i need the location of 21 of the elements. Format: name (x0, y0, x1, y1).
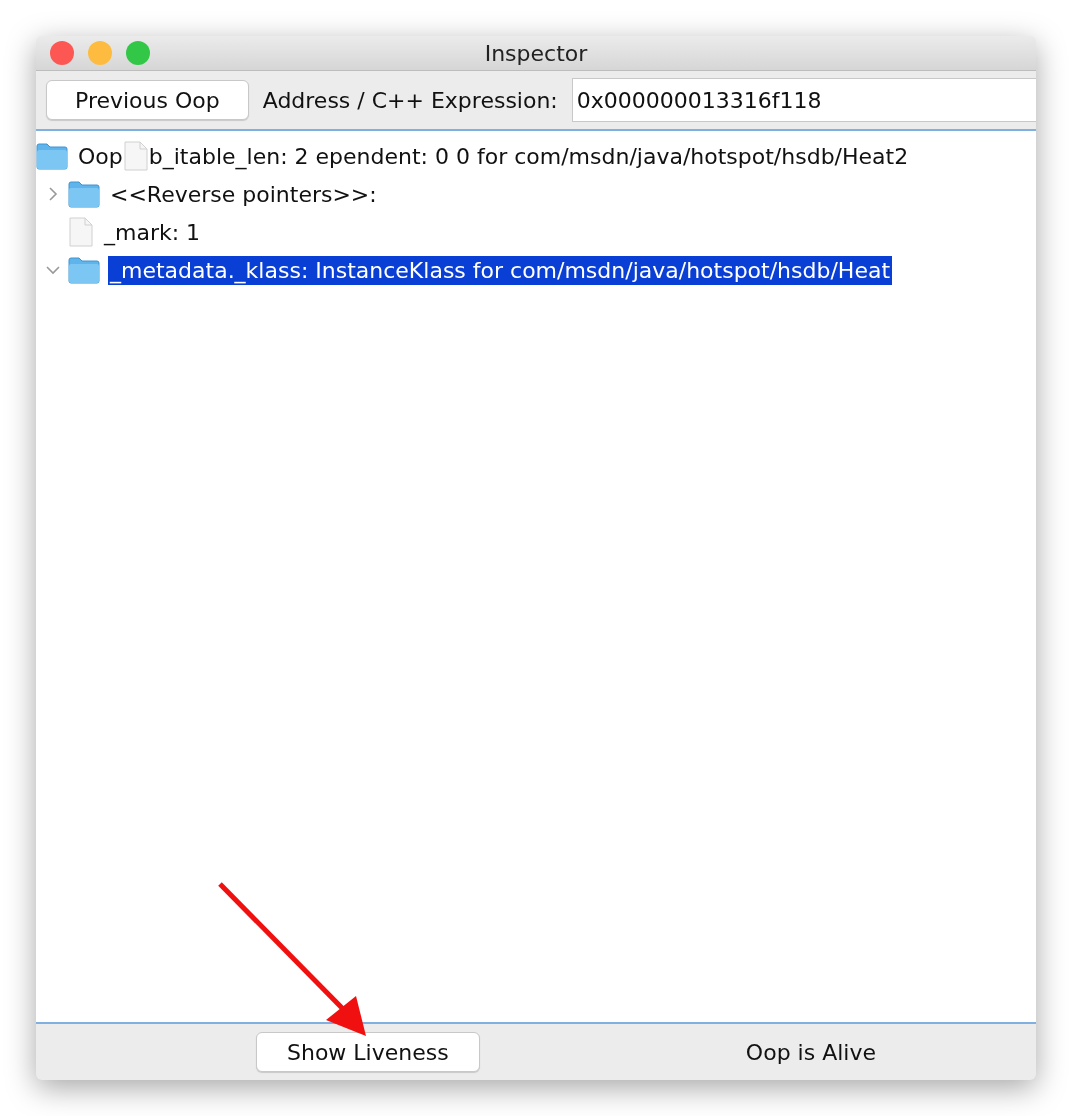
tree-item[interactable]: b_itable_len: 2 ependent: 0 0 for com/msdn/java/hotspot/hsdb/Heat2 (148, 141, 911, 171)
zoom-button[interactable] (126, 41, 150, 65)
show-liveness-button[interactable]: Show Liveness (256, 1032, 480, 1072)
tree-item[interactable]: <<Reverse pointers>>: (108, 179, 379, 209)
tree-item[interactable]: _metadata._klass: InstanceKlass for com/msdn/java/hotspot/hsdb/Heat (108, 255, 893, 285)
minimize-button[interactable] (88, 41, 112, 65)
chevron-icon[interactable] (46, 187, 60, 201)
status-text: Oop is Alive (745, 1039, 876, 1065)
file-icon (68, 217, 94, 247)
window-title: Inspector (484, 40, 588, 66)
address-label: Address / C++ Expression: (262, 87, 558, 113)
folder-icon (68, 180, 100, 208)
tree-item[interactable]: Oop (76, 141, 123, 171)
address-field[interactable]: 0x000000013316f118 (571, 78, 1036, 122)
folder-icon (68, 256, 100, 284)
folder-icon (36, 142, 68, 170)
file-icon (122, 141, 149, 171)
tree-item[interactable]: _mark: 1 (102, 217, 203, 247)
chevron-icon[interactable] (46, 263, 60, 277)
close-button[interactable] (50, 41, 74, 65)
previous-oop-button[interactable]: Previous Oop (46, 80, 249, 120)
